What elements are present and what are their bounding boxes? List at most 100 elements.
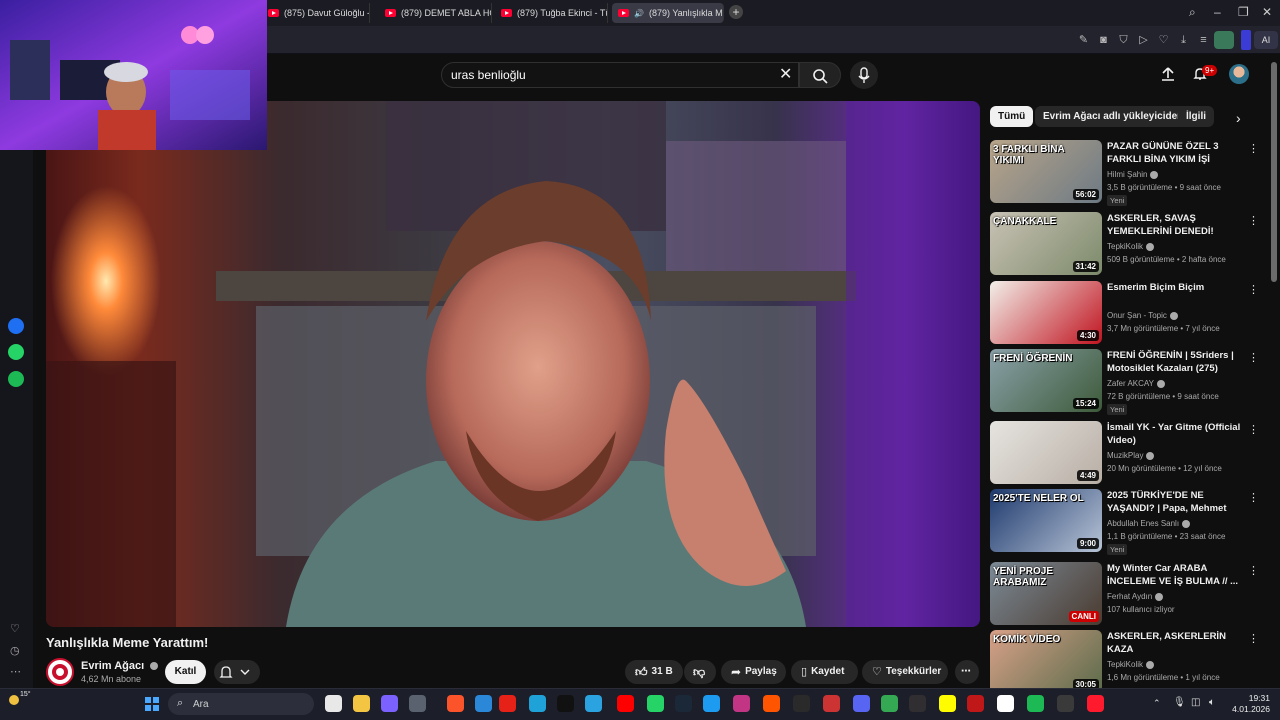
whatsapp-icon[interactable] [647, 695, 664, 712]
recommendation-channel[interactable]: Onur Şan - Topic [1107, 311, 1178, 320]
chip-all[interactable]: Tümü [990, 106, 1034, 127]
chevron-right-icon[interactable]: › [1236, 110, 1241, 126]
more-vert-icon[interactable]: ⋮ [1248, 564, 1259, 577]
upload-icon[interactable] [1160, 66, 1176, 82]
search-tabs-icon[interactable]: ⌕ [1189, 5, 1196, 20]
twitter-icon[interactable] [703, 695, 720, 712]
like-button[interactable]: 👍︎ 31 B [625, 660, 683, 684]
epic-games-icon[interactable] [793, 695, 810, 712]
recommendation-title[interactable]: İsmail YK - Yar Gitme (Official Video) [1107, 421, 1242, 447]
discord-icon[interactable] [853, 695, 870, 712]
file-explorer-window-icon[interactable] [325, 695, 342, 712]
recommendation-item[interactable]: ÇANAKKALE 31:42 ASKERLER, SAVAŞ YEMEKLERİN… [990, 212, 1265, 278]
video-thumbnail[interactable]: YENİ PROJE ARABAMIZ CANLI [990, 562, 1102, 625]
recommendation-item[interactable]: 4:30 Esmerim Biçim Biçim Onur Şan - Topic 3… [990, 281, 1265, 347]
whatsapp-icon[interactable] [8, 344, 24, 360]
recommendation-title[interactable]: 2025 TÜRKİYE'DE NE YAŞANDI? | Papa, Mehm… [1107, 489, 1242, 516]
browser-tab[interactable]: (875) Davut Güloğlu - Dur [262, 3, 370, 23]
share-button[interactable]: ➦ Paylaş [721, 660, 786, 684]
video-player[interactable] [46, 101, 980, 627]
recommendation-item[interactable]: 4:49 İsmail YK - Yar Gitme (Official Vide… [990, 421, 1265, 487]
recommendation-channel[interactable]: Ferhat Aydın [1107, 592, 1164, 601]
more-vert-icon[interactable]: ⋮ [1248, 632, 1259, 645]
edit-icon[interactable]: ✎ [1077, 34, 1090, 47]
channel-avatar[interactable] [46, 658, 74, 686]
account-avatar[interactable] [1229, 64, 1249, 84]
youtube-music-icon[interactable] [499, 695, 516, 712]
camera-icon[interactable]: ◙ [1097, 34, 1110, 47]
channel-name[interactable]: Evrim Ağacı [81, 660, 159, 672]
close-icon[interactable]: ✕ [1262, 5, 1272, 19]
weather-icon[interactable] [9, 695, 19, 705]
recommendation-channel[interactable]: Abdullah Enes Sanlı [1107, 519, 1191, 528]
soundcloud-icon[interactable] [763, 695, 780, 712]
clear-search-icon[interactable]: ✕ [779, 64, 792, 84]
subscription-bell-button[interactable] [214, 660, 260, 684]
recommendation-channel[interactable]: MuzikPlay [1107, 451, 1155, 460]
recommendation-item[interactable]: FRENİ ÖĞRENİN 15:24 FRENİ ÖĞRENİN | 5Sride… [990, 349, 1265, 415]
voice-search-button[interactable] [850, 61, 878, 89]
recommendation-title[interactable]: My Winter Car ARABA İNCELEME VE İŞ BULMA… [1107, 562, 1242, 588]
minimize-icon[interactable]: – [1214, 5, 1221, 19]
youtube-icon[interactable] [617, 695, 634, 712]
recommendation-title[interactable]: ASKERLER, ASKERLERİN KAZA [1107, 630, 1242, 656]
opera-icon[interactable] [1087, 695, 1104, 712]
heart-icon[interactable]: ♡ [1157, 34, 1170, 47]
recommendation-channel[interactable]: TepkiKolik [1107, 660, 1155, 669]
profile-indicator[interactable] [1241, 30, 1251, 50]
video-thumbnail[interactable]: 2025'TE NELER OL 9:00 [990, 489, 1102, 552]
taskbar-search[interactable] [168, 693, 314, 715]
more-vert-icon[interactable]: ⋮ [1248, 351, 1259, 364]
video-thumbnail[interactable]: 4:30 [990, 281, 1102, 344]
ai-button[interactable]: AI [1254, 31, 1278, 49]
more-vert-icon[interactable]: ⋮ [1248, 423, 1259, 436]
thanks-button[interactable]: ♡ Teşekkürler [862, 660, 948, 684]
instagram-icon[interactable] [733, 695, 750, 712]
recommendation-item[interactable]: 3 FARKLI BİNA YIKIMI 56:02 PAZAR GÜNÜNE ÖZ… [990, 140, 1265, 206]
spotify-icon[interactable] [8, 371, 24, 387]
save-button[interactable]: ▯ Kaydet [791, 660, 858, 684]
join-button[interactable]: Katıl [165, 660, 206, 684]
more-actions-button[interactable]: ⋯ [955, 660, 979, 684]
download-icon[interactable]: ⤓ [1177, 34, 1190, 47]
steam-icon[interactable] [675, 695, 692, 712]
browser-tab[interactable]: (879) DEMET ABLA HOŞGELDİN [379, 3, 492, 23]
video-thumbnail[interactable]: FRENİ ÖĞRENİN 15:24 [990, 349, 1102, 412]
recommendation-channel[interactable]: Hilmi Şahin [1107, 170, 1159, 179]
play-icon[interactable]: ▷ [1137, 34, 1150, 47]
shield-icon[interactable]: ⛉ [1117, 34, 1130, 47]
scrollbar[interactable] [1271, 62, 1277, 282]
chrome-icon[interactable] [881, 695, 898, 712]
volume-icon[interactable]: 🔈︎ [1209, 697, 1215, 708]
heart-icon[interactable]: ♡ [10, 622, 20, 635]
recommendation-item[interactable]: YENİ PROJE ARABAMIZ CANLI My Winter Car AR… [990, 562, 1265, 628]
edge-icon[interactable] [529, 695, 546, 712]
recommendation-title[interactable]: Esmerim Biçim Biçim [1107, 281, 1242, 294]
app-icon[interactable] [823, 695, 840, 712]
video-thumbnail[interactable]: ÇANAKKALE 31:42 [990, 212, 1102, 275]
more-vert-icon[interactable]: ⋮ [1248, 491, 1259, 504]
tiktok-icon[interactable] [557, 695, 574, 712]
store-icon[interactable] [475, 695, 492, 712]
mcafee-icon[interactable] [967, 695, 984, 712]
more-vert-icon[interactable]: ⋮ [1248, 283, 1259, 296]
search-button[interactable] [799, 62, 841, 88]
obs-icon[interactable] [909, 695, 926, 712]
more-icon[interactable]: ⋯ [10, 665, 21, 678]
recommendation-channel[interactable]: Zafer AKCAY [1107, 379, 1165, 388]
new-tab-button[interactable]: + [729, 5, 743, 19]
recommendation-title[interactable]: PAZAR GÜNÜNE ÖZEL 3 FARKLI BİNA YIKIM İŞ… [1107, 140, 1242, 167]
history-icon[interactable]: ◷ [10, 644, 20, 657]
brave-browser-icon[interactable] [447, 695, 464, 712]
yandex-icon[interactable] [997, 695, 1014, 712]
more-vert-icon[interactable]: ⋮ [1248, 142, 1259, 155]
chip-from-uploader[interactable]: Evrim Ağacı adlı yükleyiciden [1035, 106, 1192, 127]
recommendation-item[interactable]: KOMİK VİDEO 30:05 ASKERLER, ASKERLERİN KAZ… [990, 630, 1265, 696]
messenger-icon[interactable] [8, 318, 24, 334]
browser-tab-active[interactable]: 🔊 (879) Yanlışlıkla Meme [612, 3, 724, 23]
tray-chevron-icon[interactable]: ⌃ [1153, 698, 1161, 709]
maximize-icon[interactable]: ❐ [1238, 5, 1249, 19]
recommendation-title[interactable]: FRENİ ÖĞRENİN | 5Sriders | Motosiklet Ka… [1107, 349, 1242, 375]
video-thumbnail[interactable]: 4:49 [990, 421, 1102, 484]
copilot-icon[interactable] [381, 695, 398, 712]
